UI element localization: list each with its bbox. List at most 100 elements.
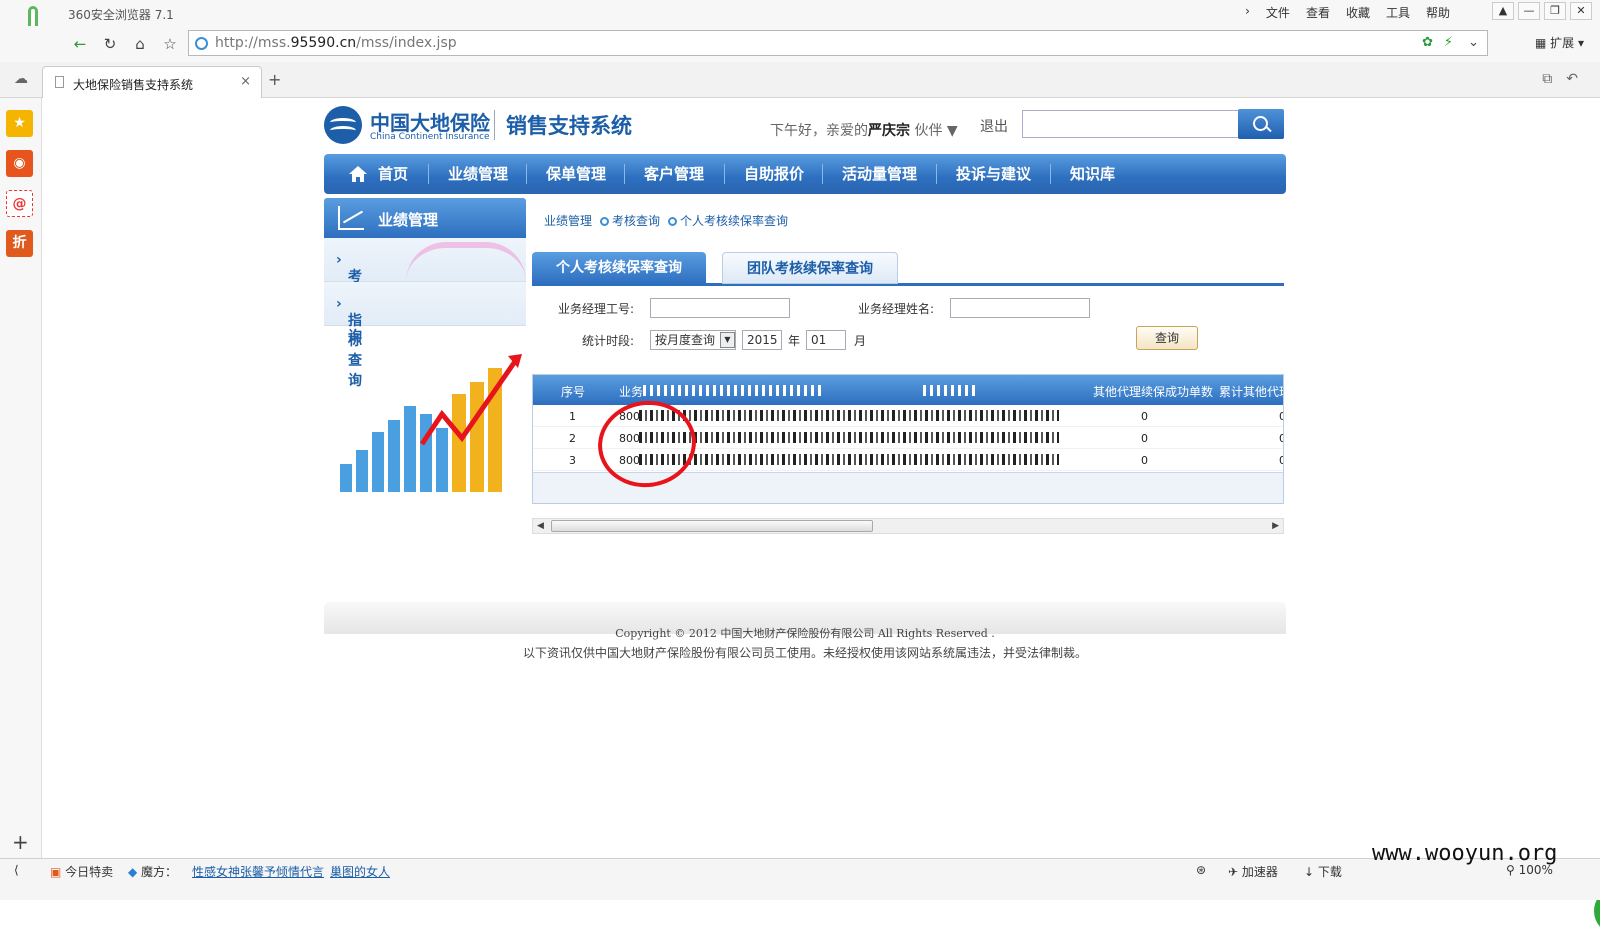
speed-mode-icon[interactable]: ⚡ xyxy=(1444,35,1453,50)
left-menu-indicator[interactable]: › 指标查询 xyxy=(324,282,526,389)
refresh-icon[interactable]: ↻ xyxy=(100,34,120,54)
menu-view[interactable]: 查看 xyxy=(1306,4,1330,21)
nav-activity[interactable]: 活动量管理 xyxy=(842,154,917,194)
horizontal-scrollbar[interactable]: ◀ ▶ xyxy=(532,518,1284,534)
browser-menu: › 文件 查看 收藏 工具 帮助 xyxy=(1245,4,1450,21)
news-link-1[interactable]: 性感女神张馨予倾情代言 xyxy=(192,863,324,880)
security-status-icon[interactable]: ⊛ xyxy=(1196,863,1206,877)
address-bar: ← ↻ ⌂ ☆ http://mss.95590.cn/mss/index.js… xyxy=(0,26,1600,62)
nav-policy[interactable]: 保单管理 xyxy=(546,154,606,194)
url-dropdown-icon[interactable]: ⌄ xyxy=(1468,35,1479,50)
period-mode-select[interactable]: 按月度查询 ▼ xyxy=(650,330,736,350)
nav-home[interactable]: 首页 xyxy=(378,154,408,194)
left-menu-item-label: › 考核查询 xyxy=(336,252,362,345)
home-icon[interactable]: ⌂ xyxy=(130,34,150,54)
breadcrumb-item: 个人考核续保率查询 xyxy=(680,214,789,228)
discount-icon[interactable]: 折 xyxy=(6,230,33,257)
legal-notice: 以下资讯仅供中国大地财产保险股份有限公司员工使用。未经授权使用该网站系统属违法，… xyxy=(522,646,1087,660)
bars-decoration xyxy=(340,368,502,492)
query-form: 业务经理工号: 业务经理姓名: 统计时段: 按月度查询 ▼ 2015 年 01 月… xyxy=(532,294,1284,358)
scroll-thumb[interactable] xyxy=(551,520,873,532)
undo-close-icon[interactable]: ↶ xyxy=(1566,71,1578,87)
download[interactable]: ↓ 下载 xyxy=(1304,863,1342,880)
favorite-star-icon[interactable]: ☆ xyxy=(160,34,180,54)
maximize-button[interactable]: ❐ xyxy=(1544,2,1566,20)
nav-knowledge[interactable]: 知识库 xyxy=(1070,154,1115,194)
tab-personal-renewal[interactable]: 个人考核续保率查询 xyxy=(532,252,706,284)
month-unit: 月 xyxy=(854,334,867,348)
mofang[interactable]: ◆ 魔方： xyxy=(128,863,177,880)
mail-icon[interactable]: @ xyxy=(6,190,33,217)
security-shield-icon[interactable]: ✿ xyxy=(1422,35,1433,50)
breadcrumb-sep-icon xyxy=(668,217,678,226)
logout-link[interactable]: 退出 xyxy=(980,116,1008,136)
breadcrumb-item[interactable]: 业绩管理 xyxy=(544,214,592,228)
month-input[interactable]: 01 xyxy=(806,330,846,350)
nav-complaint[interactable]: 投诉与建议 xyxy=(956,154,1031,194)
copyright: Copyright © 2012 中国大地财产保险股份有限公司 All Righ… xyxy=(615,627,995,640)
role-dropdown[interactable]: 伙伴 xyxy=(914,123,942,139)
col-other-renewal-count: 其他代理续保成功单数 xyxy=(1093,385,1214,399)
row-count: 0 xyxy=(1141,454,1148,467)
menu-file[interactable]: 文件 xyxy=(1266,4,1290,21)
manager-id-input[interactable] xyxy=(650,298,790,318)
search-button[interactable] xyxy=(1238,109,1284,139)
skin-icon[interactable]: ▲ xyxy=(1492,2,1514,20)
scroll-right-icon[interactable]: ▶ xyxy=(1272,519,1279,533)
close-window-button[interactable]: ✕ xyxy=(1570,2,1592,20)
web-page: 中国大地保险 China Continent Insurance 销售支持系统 … xyxy=(42,98,1600,932)
user-name: 严庆宗 xyxy=(868,123,910,139)
browser-title: 360安全浏览器 7.1 xyxy=(68,8,174,22)
left-menu-header: 业绩管理 xyxy=(324,198,526,238)
cube-icon: ◆ xyxy=(128,865,142,879)
left-menu-item-label: › 指标查询 xyxy=(336,296,362,389)
nav-performance[interactable]: 业绩管理 xyxy=(448,154,508,194)
redacted-header xyxy=(923,385,979,396)
today-deals[interactable]: ▣ 今日特卖 xyxy=(50,863,113,880)
nav-divider xyxy=(822,164,823,184)
scroll-left-icon[interactable]: ◀ xyxy=(537,519,544,533)
weibo-icon[interactable]: ◉ xyxy=(6,150,33,177)
redacted-data xyxy=(639,410,1059,421)
restore-tabs-icon[interactable]: ⧉ xyxy=(1542,71,1552,87)
sidebar-toggle-icon[interactable]: ⟨ xyxy=(14,863,19,877)
accelerator[interactable]: ✈ 加速器 xyxy=(1228,863,1278,880)
site-search-input[interactable] xyxy=(1022,110,1240,138)
nav-customer[interactable]: 客户管理 xyxy=(644,154,704,194)
sidebar-add-icon[interactable]: + xyxy=(12,830,29,854)
query-button[interactable]: 查询 xyxy=(1136,326,1198,350)
year-input[interactable]: 2015 xyxy=(742,330,782,350)
menu-tools[interactable]: 工具 xyxy=(1386,4,1410,21)
row-count: 0 xyxy=(1141,410,1148,423)
manager-name-input[interactable] xyxy=(950,298,1090,318)
close-tab-icon[interactable]: × xyxy=(240,74,251,89)
year-unit: 年 xyxy=(788,334,801,348)
main-nav: 首页 业绩管理 保单管理 客户管理 自助报价 活动量管理 投诉与建议 知识库 xyxy=(324,154,1286,194)
breadcrumb-item[interactable]: 考核查询 xyxy=(612,214,660,228)
left-menu-assessment[interactable]: › 考核查询 xyxy=(324,238,526,345)
menu-favorites[interactable]: 收藏 xyxy=(1346,4,1370,21)
tab-team-renewal[interactable]: 团队考核续保率查询 xyxy=(722,252,898,284)
tab-bar: ☁ 大地保险销售支持系统 × + ⧉ ↶ xyxy=(0,62,1600,98)
back-icon[interactable]: ← xyxy=(70,34,90,54)
favorites-star-icon[interactable]: ★ xyxy=(6,110,33,137)
new-tab-button[interactable]: + xyxy=(268,70,281,89)
menu-help[interactable]: 帮助 xyxy=(1426,4,1450,21)
role-dropdown-icon[interactable]: ▼ xyxy=(947,123,958,139)
greeting: 下午好，亲爱的严庆宗 伙伴 ▼ xyxy=(770,123,958,139)
news-link-2[interactable]: 巢图的女人 xyxy=(330,863,390,880)
col-seq: 序号 xyxy=(561,385,586,399)
left-menu: 业绩管理 › 考核查询 › 指标查询 xyxy=(324,198,526,389)
menu-arrow-icon[interactable]: › xyxy=(1245,4,1250,21)
cloud-icon[interactable]: ☁ xyxy=(14,71,28,87)
url-input[interactable]: http://mss.95590.cn/mss/index.jsp ✿ ⚡ ⌄ xyxy=(188,30,1488,56)
extensions-button[interactable]: ▦ 扩展 ▾ xyxy=(1535,34,1584,51)
period-label: 统计时段: xyxy=(582,334,635,348)
minimize-button[interactable]: — xyxy=(1518,2,1540,20)
manager-id-label: 业务经理工号: xyxy=(558,302,635,316)
nav-quote[interactable]: 自助报价 xyxy=(744,154,804,194)
browser-sidebar: ★ ◉ @ 折 + xyxy=(0,98,42,858)
row-seq: 2 xyxy=(569,432,576,445)
tab-active[interactable]: 大地保险销售支持系统 × xyxy=(42,66,262,98)
extensions-icon: ▦ xyxy=(1534,36,1551,50)
